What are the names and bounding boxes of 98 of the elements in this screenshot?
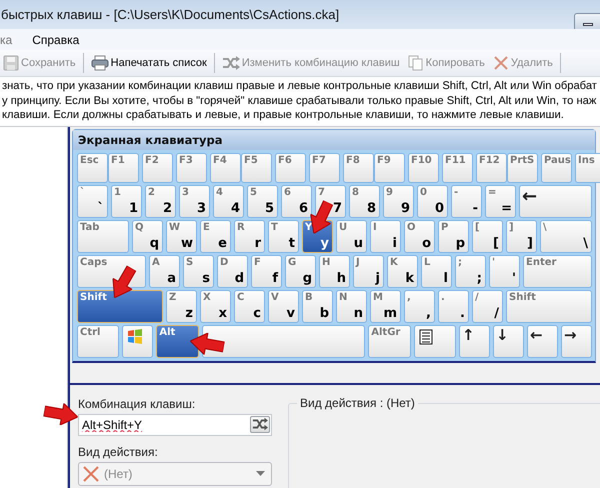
keyboard-key[interactable]: [ [: [472, 220, 503, 252]
list-icon: [418, 328, 433, 344]
keyboard-key[interactable]: - -: [451, 184, 482, 218]
keyboard-key[interactable]: C c: [234, 290, 265, 322]
keyboard-key[interactable]: = =: [485, 184, 516, 218]
info-text: клавиши. Если должны срабатывать и левые, и правые контрольные клавиши, то нажмите левые клавиши.: [2, 108, 565, 122]
keyboard-key[interactable]: ↑: [459, 324, 490, 358]
cross-icon: [82, 466, 100, 482]
keyboard-key[interactable]: ; ;: [455, 254, 486, 288]
keyboard-key[interactable]: S s: [183, 254, 214, 288]
shuffle-button[interactable]: [250, 416, 270, 432]
shortcut-field[interactable]: Alt+Shift+Y: [78, 414, 272, 436]
space-key[interactable]: [202, 324, 366, 358]
keyboard-key[interactable]: P p: [438, 220, 469, 252]
menu-item[interactable]: ка: [0, 32, 12, 46]
keyboard-key[interactable]: ' ': [489, 254, 520, 288]
keyboard-key[interactable]: ` `: [77, 184, 108, 218]
keyboard-key[interactable]: M m: [370, 290, 401, 322]
printer-icon: [90, 55, 109, 71]
keyboard-key[interactable]: F f: [251, 254, 282, 288]
group-title: Вид действия : (Нет): [297, 396, 418, 410]
keyboard-key[interactable]: 9 9: [383, 184, 414, 218]
keyboard-key[interactable]: F1: [108, 152, 139, 182]
window-title: быстрых клавиш - [C:\Users\K\Documents\CsActions.cka]: [1, 7, 340, 22]
keyboard-key[interactable]: , ,: [404, 290, 435, 322]
keyboard-key[interactable]: T t: [268, 220, 299, 252]
keyboard-title: Экранная клавиатура: [73, 130, 595, 150]
field-label: Комбинация клавиш:: [78, 396, 196, 410]
keyboard-key[interactable]: F5: [241, 152, 272, 182]
keyboard-key[interactable]: AltGr: [368, 324, 411, 358]
keyboard-key[interactable]: . .: [438, 290, 469, 322]
keyboard-key[interactable]: F11: [442, 152, 473, 182]
keyboard-key[interactable]: F4: [210, 152, 241, 182]
menu-item[interactable]: Справка: [32, 32, 80, 46]
keyboard-key[interactable]: / /: [472, 290, 503, 322]
info-text: у принципу. Если Вы хотите, чтобы в "горячей" клавише срабатывали только правые Shift, Ctrl, Alt или Win, то наж: [2, 94, 598, 108]
keyboard-key[interactable]: Shift: [77, 290, 163, 322]
keyboard-key[interactable]: N n: [336, 290, 367, 322]
keyboard-key[interactable]: K k: [387, 254, 418, 288]
keyboard-key[interactable]: F9: [374, 152, 405, 182]
cross-icon: [492, 55, 509, 71]
toolbar-button[interactable]: Напечатать список: [88, 53, 210, 73]
keyboard-key[interactable]: F10: [408, 152, 439, 182]
keyboard-key[interactable]: Shift: [506, 290, 592, 322]
keyboard-key[interactable]: PrtS: [507, 152, 538, 182]
keyboard-key[interactable]: ↓: [493, 324, 524, 358]
keyboard-key[interactable]: ] ]: [506, 220, 537, 252]
keyboard-key[interactable]: Ins: [575, 152, 600, 182]
keyboard-key[interactable]: W w: [166, 220, 197, 252]
crossed-arrows-icon: [222, 56, 240, 70]
keyboard-key[interactable]: Ctrl: [77, 324, 120, 358]
keyboard-key[interactable]: →: [561, 324, 592, 358]
keyboard-key[interactable]: 5 5: [247, 184, 278, 218]
keyboard-key[interactable]: L l: [421, 254, 452, 288]
keyboard-key[interactable]: \ \: [540, 220, 592, 252]
keyboard-key[interactable]: A a: [149, 254, 180, 288]
keyboard-key[interactable]: F7: [309, 152, 340, 182]
keyboard-key[interactable]: ←: [519, 184, 592, 218]
keyboard-key[interactable]: Q q: [132, 220, 163, 252]
keyboard-key[interactable]: B b: [302, 290, 333, 322]
minimize-button[interactable]: [574, 12, 600, 30]
keyboard-key[interactable]: Esc: [77, 152, 108, 182]
keyboard-key[interactable]: F8: [343, 152, 374, 182]
keyboard-key[interactable]: 6 6: [281, 184, 312, 218]
field-label: Вид действия:: [78, 444, 159, 458]
copy-icon: [408, 55, 424, 71]
keyboard-key[interactable]: 8 8: [349, 184, 380, 218]
keyboard-key[interactable]: 0 0: [417, 184, 448, 218]
keyboard-key[interactable]: Tab: [77, 220, 129, 252]
keyboard-key[interactable]: J j: [353, 254, 384, 288]
caret-icon: [256, 471, 265, 476]
info-text: знать, что при указании комбинации клавиш правые и левые контрольные клавиши Shift, Ctrl, Alt или Win обрабат: [2, 79, 598, 94]
keyboard-key[interactable]: 3 3: [179, 184, 210, 218]
keyboard-key[interactable]: H h: [319, 254, 350, 288]
keyboard-key[interactable]: F2: [142, 152, 173, 182]
keyboard-key[interactable]: ←: [527, 324, 558, 358]
keyboard-key[interactable]: 1 1: [111, 184, 142, 218]
keyboard-key[interactable]: 4 4: [213, 184, 244, 218]
keyboard-key[interactable]: U u: [336, 220, 367, 252]
keyboard-key[interactable]: Paus: [541, 152, 572, 182]
windows-key[interactable]: [122, 324, 154, 358]
keyboard-key[interactable]: V v: [268, 290, 299, 322]
windows-logo-icon: [127, 328, 144, 344]
keyboard-key[interactable]: E e: [200, 220, 231, 252]
keyboard-key[interactable]: 2 2: [145, 184, 176, 218]
keyboard-key[interactable]: D d: [217, 254, 248, 288]
keyboard-key[interactable]: I i: [370, 220, 401, 252]
keyboard-key[interactable]: Alt: [156, 324, 199, 358]
keyboard-key[interactable]: G g: [285, 254, 316, 288]
keyboard-key[interactable]: R r: [234, 220, 265, 252]
keyboard-key[interactable]: X x: [200, 290, 231, 322]
keyboard-key[interactable]: F3: [176, 152, 207, 182]
keyboard-key[interactable]: Enter: [523, 254, 592, 288]
keyboard-key[interactable]: F6: [275, 152, 306, 182]
menu-key[interactable]: [414, 324, 456, 358]
keyboard-key[interactable]: F12: [476, 152, 507, 182]
keyboard-key[interactable]: Z z: [166, 290, 197, 322]
keyboard-key[interactable]: O o: [404, 220, 435, 252]
